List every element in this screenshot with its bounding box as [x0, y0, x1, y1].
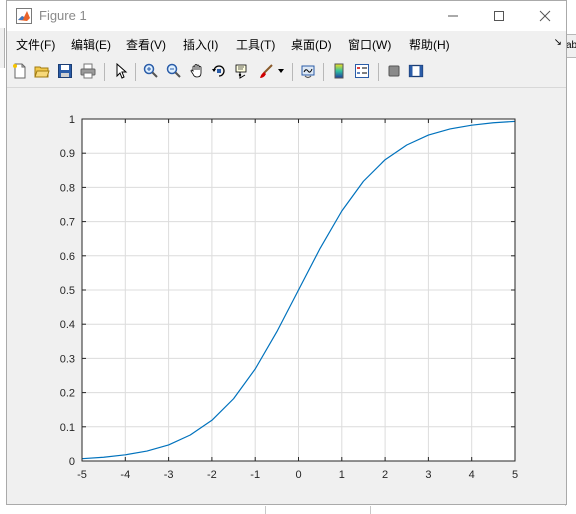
- brush-button[interactable]: [256, 61, 276, 81]
- colorbar-icon: [334, 63, 344, 79]
- menu-file[interactable]: 文件(F): [16, 36, 55, 53]
- y-tick-label: 0.5: [60, 285, 75, 297]
- select-button[interactable]: [111, 61, 131, 81]
- y-tick-label: 0.1: [60, 422, 75, 434]
- x-tick-label: -3: [164, 469, 174, 481]
- y-tick-label: 0.4: [60, 319, 75, 331]
- print-icon: [80, 63, 96, 79]
- zoom-in-icon: [143, 63, 158, 78]
- y-tick-label: 1: [69, 114, 75, 126]
- toolbar-separator: [104, 63, 105, 81]
- title-bar[interactable]: Figure 1: [7, 1, 566, 31]
- new-figure-button[interactable]: [10, 61, 30, 81]
- legend-icon: [355, 64, 369, 78]
- brush-dropdown[interactable]: [276, 61, 286, 81]
- maximize-button[interactable]: [476, 1, 522, 31]
- menu-edit[interactable]: 编辑(E): [71, 36, 111, 53]
- save-button[interactable]: [55, 61, 75, 81]
- select-arrow-icon: [116, 63, 128, 79]
- menu-insert[interactable]: 插入(I): [183, 36, 218, 53]
- y-tick-label: 0.3: [60, 353, 75, 365]
- x-tick-label: 3: [425, 469, 431, 481]
- insert-colorbar-button[interactable]: [329, 61, 349, 81]
- plot-axes[interactable]: -5 -4 -3 -2 -1 0 1 2 3 4 5 0 0.1 0.2 0.3 0.4 0.5 0.6 0.7 0.…: [8, 88, 565, 504]
- new-figure-icon: [13, 63, 26, 79]
- x-tick-label: 2: [382, 469, 388, 481]
- dock-arrow-icon[interactable]: ↘: [554, 37, 562, 48]
- rotate-3d-button[interactable]: [209, 61, 229, 81]
- minimize-button[interactable]: [430, 1, 476, 31]
- x-tick-label: -1: [250, 469, 260, 481]
- menu-view[interactable]: 查看(V): [126, 36, 166, 53]
- hide-plot-tools-icon: [388, 65, 400, 77]
- background-bottom-strip: [0, 506, 576, 514]
- y-tick-label: 0.9: [60, 148, 75, 160]
- menu-tools[interactable]: 工具(T): [236, 36, 275, 53]
- y-tick-label: 0.8: [60, 182, 75, 194]
- background-window-edge-left: [0, 28, 5, 68]
- zoom-out-icon: [166, 63, 181, 78]
- figure-window: Figure 1 文件(F) 编辑(E) 查看(V) 插入(I) 工具(T) 桌…: [6, 0, 567, 505]
- close-icon: [539, 10, 551, 22]
- y-tick-label: 0: [69, 456, 75, 468]
- menu-desktop[interactable]: 桌面(D): [291, 36, 332, 53]
- menu-window[interactable]: 窗口(W): [348, 36, 391, 53]
- x-tick-label: -4: [120, 469, 130, 481]
- toolbar-separator: [292, 63, 293, 81]
- y-tick-label: 0.7: [60, 217, 75, 229]
- hide-plot-tools-button[interactable]: [384, 61, 404, 81]
- rotate-3d-icon: [212, 65, 225, 77]
- print-button[interactable]: [78, 61, 98, 81]
- brush-icon: [260, 64, 273, 78]
- zoom-out-button[interactable]: [164, 61, 184, 81]
- show-plot-tools-button[interactable]: [406, 61, 426, 81]
- background-tab-label: ab: [566, 40, 576, 51]
- minimize-icon: [448, 15, 458, 17]
- menu-help[interactable]: 帮助(H): [409, 36, 450, 53]
- show-plot-tools-icon: [408, 64, 424, 78]
- chevron-down-icon: [278, 69, 284, 73]
- pan-hand-icon: [190, 64, 202, 78]
- zoom-in-button[interactable]: [141, 61, 161, 81]
- x-tick-label: 5: [512, 469, 518, 481]
- window-title: Figure 1: [39, 8, 87, 23]
- toolbar-separator: [378, 63, 379, 81]
- menu-bar: 文件(F) 编辑(E) 查看(V) 插入(I) 工具(T) 桌面(D) 窗口(W…: [7, 33, 566, 55]
- toolbar-separator: [323, 63, 324, 81]
- figure-canvas: -5 -4 -3 -2 -1 0 1 2 3 4 5 0 0.1 0.2 0.3 0.4 0.5 0.6 0.7 0.…: [8, 88, 565, 504]
- y-tick-label: 0.2: [60, 388, 75, 400]
- close-button[interactable]: [522, 1, 568, 31]
- figure-toolbar: [7, 57, 566, 88]
- data-cursor-icon: [235, 64, 247, 79]
- matlab-logo-icon: [16, 8, 32, 24]
- x-tick-label: 0: [295, 469, 301, 481]
- y-tick-label: 0.6: [60, 251, 75, 263]
- maximize-icon: [494, 11, 504, 21]
- insert-legend-button[interactable]: [352, 61, 372, 81]
- x-tick-label: -5: [77, 469, 87, 481]
- x-tick-label: 4: [469, 469, 475, 481]
- toolbar-separator: [135, 63, 136, 81]
- link-plot-icon: [301, 65, 315, 79]
- pan-button[interactable]: [187, 61, 207, 81]
- open-file-icon: [34, 66, 50, 78]
- data-cursor-button[interactable]: [232, 61, 252, 81]
- save-icon: [58, 64, 72, 78]
- open-file-button[interactable]: [32, 61, 52, 81]
- link-plot-button[interactable]: [298, 61, 318, 81]
- x-tick-label: 1: [339, 469, 345, 481]
- x-tick-label: -2: [207, 469, 217, 481]
